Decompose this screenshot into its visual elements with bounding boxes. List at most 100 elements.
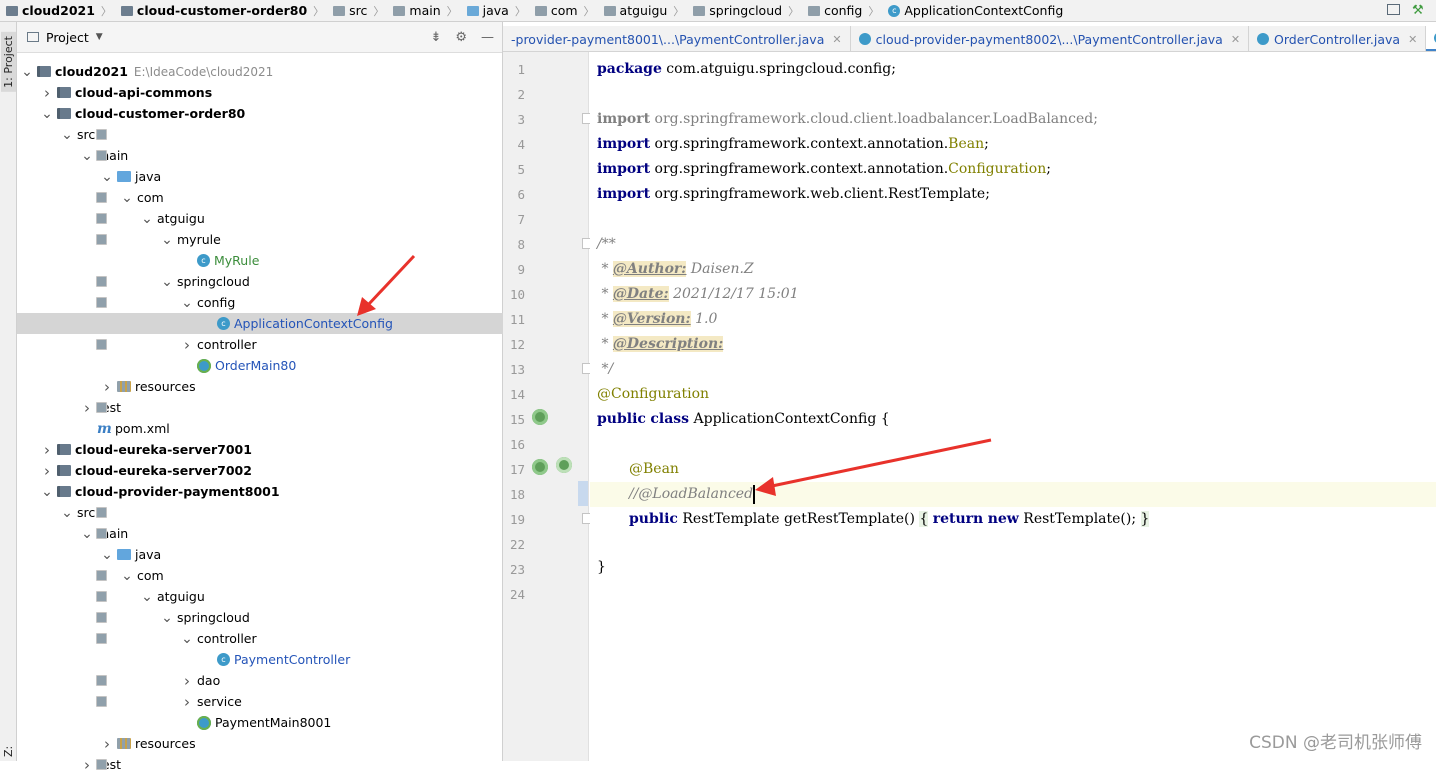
breadcrumb-item[interactable]: cloud2021〉	[0, 0, 115, 22]
editor-tab[interactable]: Applicatio	[1426, 26, 1436, 52]
minimize-icon[interactable]: —	[481, 30, 494, 45]
tree-node[interactable]: ⌄com	[17, 187, 503, 208]
chevron-down-icon[interactable]: ⌄	[121, 194, 133, 202]
tree-node[interactable]: ›cloud-eureka-server7002	[17, 460, 503, 481]
chevron-down-icon[interactable]: ⌄	[41, 488, 53, 496]
code-line-13: */	[597, 357, 613, 382]
breadcrumb-item[interactable]: java〉	[461, 0, 529, 22]
spring-bean-gutter-icon[interactable]	[532, 409, 548, 425]
tree-node[interactable]: mpom.xml	[17, 418, 503, 439]
chevron-down-icon[interactable]: ⌄	[161, 236, 173, 244]
chevron-down-icon[interactable]: ⌄	[141, 215, 153, 223]
run-check-icon[interactable]	[556, 457, 572, 473]
window-icon[interactable]	[1387, 4, 1400, 15]
chevron-right-icon[interactable]: ›	[81, 756, 93, 774]
tree-node[interactable]: ⌄controller	[17, 628, 503, 649]
tree-node[interactable]: ›resources	[17, 376, 503, 397]
module-icon	[57, 108, 71, 119]
chevron-right-icon[interactable]: ›	[101, 378, 113, 396]
project-panel-title[interactable]: Project	[46, 30, 89, 45]
chevron-down-icon[interactable]: ⌄	[21, 68, 33, 76]
chevron-down-icon[interactable]: ⌄	[61, 131, 73, 139]
chevron-right-icon[interactable]: ›	[41, 441, 53, 459]
tree-node[interactable]: ⌄springcloud	[17, 607, 503, 628]
chevron-down-icon[interactable]: ⌄	[101, 173, 113, 181]
tree-node[interactable]: ⌄src	[17, 124, 503, 145]
breadcrumb-item[interactable]: springcloud〉	[687, 0, 802, 22]
tree-node[interactable]: ›resources	[17, 733, 503, 754]
chevron-down-icon[interactable]: ▼	[96, 32, 103, 42]
tree-node[interactable]: ⌄myrule	[17, 229, 503, 250]
tree-node[interactable]: ⌄com	[17, 565, 503, 586]
chevron-right-icon[interactable]: ›	[181, 672, 193, 690]
editor-tab[interactable]: -provider-payment8001\...\PaymentControl…	[503, 26, 851, 52]
tree-node[interactable]: ⌄java	[17, 544, 503, 565]
tree-node[interactable]: cPaymentController	[17, 649, 503, 670]
tree-node[interactable]: ›test	[17, 754, 503, 775]
source-folder-icon	[117, 549, 131, 560]
tree-node[interactable]: ⌄main	[17, 145, 503, 166]
chevron-down-icon[interactable]: ⌄	[141, 593, 153, 601]
collapse-all-icon[interactable]: ⇟	[430, 30, 441, 45]
tree-node[interactable]: ›cloud-api-commons	[17, 82, 503, 103]
tree-node[interactable]: ⌄src	[17, 502, 503, 523]
spring-bean-gutter-icon[interactable]	[532, 459, 548, 475]
tree-node[interactable]: ⌄atguigu	[17, 208, 503, 229]
tree-node-label: cloud-eureka-server7001	[75, 442, 252, 457]
gear-icon[interactable]: ⚙	[455, 30, 467, 45]
tree-node[interactable]: ›dao	[17, 670, 503, 691]
tree-node[interactable]: ⌄config	[17, 292, 503, 313]
tree-node[interactable]: › cloud-eureka-server7001	[17, 439, 503, 460]
breadcrumb-item[interactable]: cApplicationContextConfig	[882, 0, 1066, 22]
chevron-right-icon[interactable]: ›	[181, 336, 193, 354]
chevron-down-icon[interactable]: ⌄	[181, 635, 193, 643]
breadcrumb-item[interactable]: src〉	[327, 0, 387, 22]
line-number: 10	[503, 282, 525, 307]
chevron-right-icon[interactable]: ›	[41, 84, 53, 102]
tree-node[interactable]: ⌄cloud-customer-order80	[17, 103, 503, 124]
breadcrumb-label: springcloud	[709, 3, 782, 18]
tree-node[interactable]: ⌄cloud2021E:\IdeaCode\cloud2021	[17, 61, 503, 82]
chevron-right-icon[interactable]: ›	[41, 462, 53, 480]
chevron-down-icon[interactable]: ⌄	[41, 110, 53, 118]
breadcrumb-item[interactable]: cloud-customer-order80〉	[115, 0, 327, 22]
tree-node[interactable]: ›service	[17, 691, 503, 712]
editor-tab[interactable]: OrderController.java✕	[1249, 26, 1426, 52]
tree-node[interactable]: ›controller	[17, 334, 503, 355]
breadcrumb-item[interactable]: config〉	[802, 0, 882, 22]
tree-node[interactable]: ⌄atguigu	[17, 586, 503, 607]
build-hammer-icon[interactable]: ⚒	[1412, 4, 1426, 18]
tree-node[interactable]: ⌄main	[17, 523, 503, 544]
tree-node[interactable]: ⌄springcloud	[17, 271, 503, 292]
tree-node[interactable]: cApplicationContextConfig	[17, 313, 503, 334]
tree-node[interactable]: ›test	[17, 397, 503, 418]
breadcrumb-item[interactable]: atguigu〉	[598, 0, 688, 22]
chevron-down-icon[interactable]: ⌄	[81, 530, 93, 538]
code-editor[interactable]: package com.atguigu.springcloud.config; …	[590, 52, 1436, 761]
chevron-right-icon[interactable]: ›	[181, 693, 193, 711]
chevron-right-icon: 〉	[673, 3, 684, 19]
chevron-down-icon[interactable]: ⌄	[101, 551, 113, 559]
code-line-17: @Bean	[629, 457, 679, 482]
breadcrumb-item[interactable]: com〉	[529, 0, 598, 22]
chevron-down-icon[interactable]: ⌄	[121, 572, 133, 580]
chevron-down-icon[interactable]: ⌄	[161, 278, 173, 286]
close-icon[interactable]: ✕	[832, 33, 841, 46]
tree-node[interactable]: ⌄java	[17, 166, 503, 187]
chevron-down-icon[interactable]: ⌄	[61, 509, 73, 517]
chevron-down-icon[interactable]: ⌄	[161, 614, 173, 622]
chevron-right-icon[interactable]: ›	[81, 399, 93, 417]
close-icon[interactable]: ✕	[1231, 33, 1240, 46]
breadcrumb-item[interactable]: main〉	[387, 0, 460, 22]
class-icon	[1257, 33, 1269, 45]
tree-node[interactable]: cMyRule	[17, 250, 503, 271]
chevron-down-icon[interactable]: ⌄	[181, 299, 193, 307]
tree-node[interactable]: OrderMain80	[17, 355, 503, 376]
tree-node[interactable]: PaymentMain8001	[17, 712, 503, 733]
tree-node[interactable]: ⌄cloud-provider-payment8001	[17, 481, 503, 502]
project-tool-button[interactable]: 1: Project	[1, 32, 16, 92]
editor-tab[interactable]: cloud-provider-payment8002\...\PaymentCo…	[851, 26, 1249, 52]
chevron-down-icon[interactable]: ⌄	[81, 152, 93, 160]
chevron-right-icon[interactable]: ›	[101, 735, 113, 753]
close-icon[interactable]: ✕	[1408, 33, 1417, 46]
